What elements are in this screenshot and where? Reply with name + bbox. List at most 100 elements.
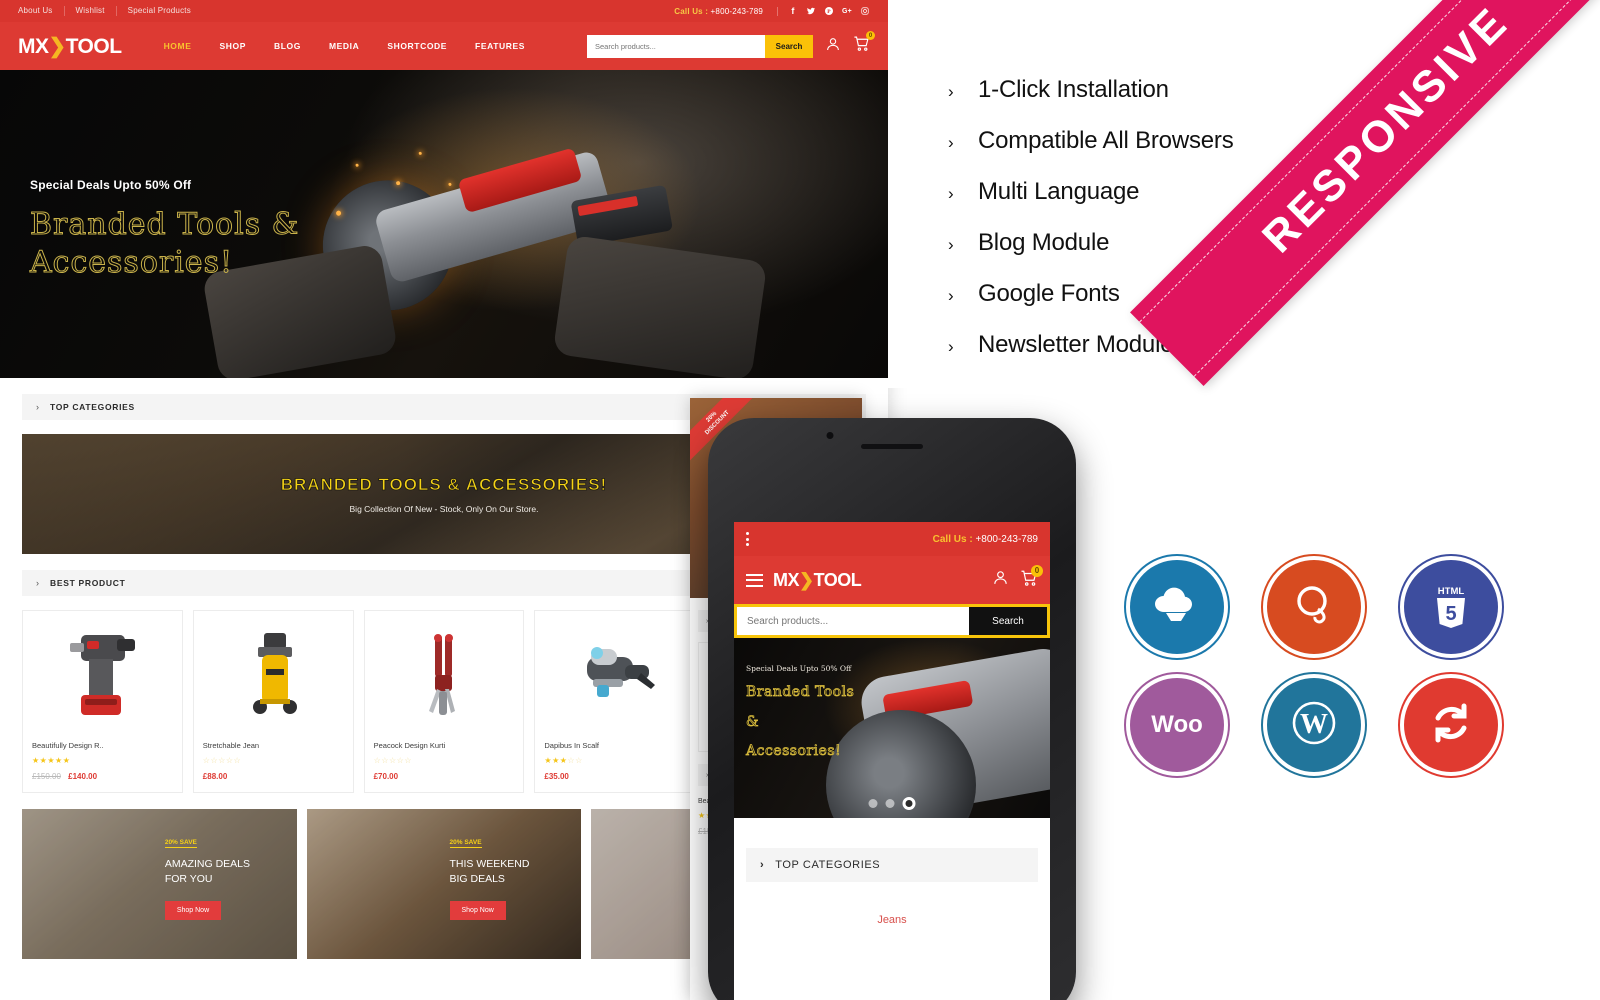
phone-mockup: Call Us : +800-243-789 MX❯TOOL 0 Search (708, 418, 1076, 1000)
top-categories-title: TOP CATEGORIES (50, 402, 135, 412)
mobile-logo-chevron-icon: ❯ (799, 569, 814, 590)
mobile-hero-title-line-2: & (746, 713, 759, 730)
mobile-topbar: Call Us : +800-243-789 (734, 522, 1050, 556)
woocommerce-glyph: Woo (1151, 711, 1203, 738)
search-button[interactable]: Search (765, 34, 813, 58)
category-banner-heading: BRANDED TOOLS & ACCESSORIES! (280, 474, 608, 494)
air-compressor-icon (203, 621, 344, 729)
html5-glyph: HTML 5 (1429, 580, 1473, 635)
promo-banner[interactable]: 20% SAVE AMAZING DEALS FOR YOU Shop Now (22, 809, 297, 959)
mobile-hero-title-line-3: Accessories! (746, 743, 842, 760)
chevron-right-icon: › (948, 82, 954, 101)
googleplus-icon[interactable]: G+ (838, 3, 856, 19)
carousel-dot[interactable] (868, 799, 878, 808)
desktop-topbar: About Us Wishlist Special Products Call … (0, 0, 888, 22)
shop-now-button[interactable]: Shop Now (164, 901, 222, 921)
site-logo[interactable]: MX❯TOOL (18, 34, 122, 59)
mobile-search-input[interactable] (737, 607, 969, 635)
mobile-search-button[interactable]: Search (969, 607, 1047, 635)
wordpress-icon: W (1261, 672, 1367, 778)
product-card[interactable]: Dapibus In Scalf ★★★☆☆ £35.00 (534, 610, 696, 793)
carousel-dot[interactable] (885, 799, 895, 808)
mobile-site-logo[interactable]: MX❯TOOL (773, 569, 862, 591)
wordpress-glyph: W (1286, 695, 1342, 756)
user-account-icon[interactable] (825, 36, 841, 57)
nav-item-shortcode[interactable]: SHORTCODE (373, 41, 461, 51)
nav-item-blog[interactable]: BLOG (260, 41, 315, 51)
svg-text:W: W (1300, 709, 1328, 740)
chevron-right-icon: › (948, 286, 954, 305)
mobile-user-account-icon[interactable] (992, 569, 1009, 591)
topbar-link-special-products[interactable]: Special Products (117, 6, 202, 16)
feature-label: Blog Module (978, 229, 1110, 256)
instagram-icon[interactable] (856, 3, 874, 19)
cart-icon[interactable]: 0 (853, 31, 875, 57)
feature-item: › Compatible All Browsers (948, 127, 1234, 155)
chevron-right-icon: › (36, 578, 39, 588)
promo-banner[interactable]: 20% SAVE THIS WEEKEND BIG DEALS Shop Now (306, 809, 582, 959)
logo-text-mx: MX (18, 34, 49, 58)
jquery-glyph (1290, 581, 1338, 634)
product-price: £35.00 (544, 772, 685, 781)
phone-screen: Call Us : +800-243-789 MX❯TOOL 0 Search (734, 522, 1050, 1000)
header-actions: Search 0 (587, 31, 875, 58)
search-input[interactable] (587, 34, 765, 58)
chevron-right-icon: › (948, 184, 954, 203)
bootstrap-glyph (1154, 586, 1200, 629)
phone-speaker (861, 444, 923, 449)
mobile-menu-dots-icon[interactable] (746, 532, 749, 546)
mobile-cart-count-badge: 0 (1031, 564, 1043, 577)
mobile-cart-icon[interactable]: 0 (1020, 564, 1043, 592)
topbar-right: Call Us : +800-243-789 f P G+ (674, 3, 888, 19)
carousel-dot-active[interactable] (902, 797, 916, 810)
cart-count-badge: 0 (866, 31, 875, 40)
product-name: Peacock Design Kurti (373, 741, 446, 750)
best-product-title: BEST PRODUCT (50, 578, 126, 588)
product-old-price: £150.00 (32, 772, 61, 781)
product-card[interactable]: Stretchable Jean ☆☆☆☆☆ £88.00 (192, 610, 354, 793)
nav-item-media[interactable]: MEDIA (315, 41, 373, 51)
call-us-info: Call Us : +800-243-789 (674, 6, 778, 16)
nav-item-shop[interactable]: SHOP (205, 41, 260, 51)
hero-copy: Special Deals Upto 50% Off Branded Tools… (29, 178, 299, 283)
product-card[interactable]: Peacock Design Kurti ☆☆☆☆☆ £70.00 (363, 610, 525, 793)
topbar-links: About Us Wishlist Special Products (0, 6, 202, 16)
chevron-right-icon: › (948, 337, 954, 356)
product-card[interactable]: Beautifully Design R.. ★★★★★ £150.00 £14… (22, 610, 183, 793)
hero-slider[interactable]: Special Deals Upto 50% Off Branded Tools… (0, 70, 888, 378)
mobile-phone-number[interactable]: +800-243-789 (975, 534, 1038, 545)
mobile-hero-subtitle: Special Deals Upto 50% Off (746, 664, 852, 673)
svg-text:HTML: HTML (1438, 586, 1465, 597)
feature-label: Google Fonts (978, 280, 1120, 307)
feature-label: Newsletter Module (978, 331, 1174, 358)
mobile-call-label: Call Us : (932, 533, 973, 545)
product-rating: ★★★★★ (32, 756, 71, 765)
promo-title-line-1: THIS WEEKEND (449, 858, 530, 870)
hamburger-menu-icon[interactable] (746, 573, 763, 587)
refresh-update-icon (1398, 672, 1504, 778)
multi-tool-icon (374, 621, 515, 729)
twitter-icon[interactable] (802, 3, 820, 19)
feature-label: 1-Click Installation (978, 76, 1169, 103)
promo-title-line-2: FOR YOU (164, 873, 213, 886)
nav-item-features[interactable]: FEATURES (461, 41, 539, 51)
mobile-hero-copy: Special Deals Upto 50% Off Branded Tools… (746, 664, 855, 762)
phone-number[interactable]: +800-243-789 (711, 7, 763, 16)
product-price: £70.00 (374, 772, 515, 781)
main-navigation: HOME SHOP BLOG MEDIA SHORTCODE FEATURES (150, 41, 539, 51)
promo-title-line-1: AMAZING DEALS (164, 858, 251, 870)
logo-text-tool: TOOL (65, 34, 122, 58)
chevron-right-icon: › (760, 859, 765, 871)
shop-now-button[interactable]: Shop Now (449, 901, 506, 921)
pinterest-icon[interactable]: P (820, 3, 838, 19)
facebook-icon[interactable]: f (784, 3, 802, 19)
category-banner-subheading: Big Collection Of New - Stock, Only On O… (349, 503, 539, 514)
topbar-link-wishlist[interactable]: Wishlist (65, 6, 117, 16)
promo-save-badge: 20% SAVE (164, 839, 197, 848)
topbar-link-about-us[interactable]: About Us (18, 6, 65, 16)
mobile-carousel-dots[interactable] (868, 797, 916, 810)
nav-item-home[interactable]: HOME (150, 41, 206, 51)
mobile-category-link-jeans[interactable]: Jeans (734, 914, 1050, 926)
mobile-hero-slider[interactable]: Special Deals Upto 50% Off Branded Tools… (734, 638, 1050, 818)
mobile-logo-tool: TOOL (813, 569, 862, 590)
